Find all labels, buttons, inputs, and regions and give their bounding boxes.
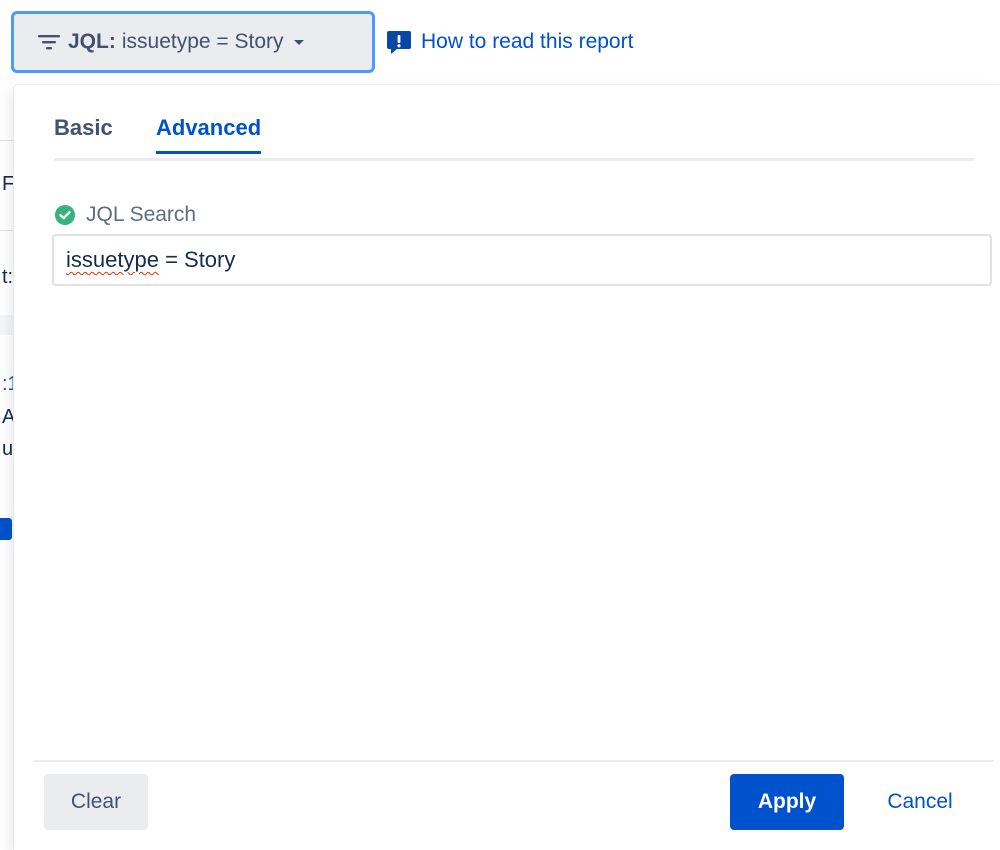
jql-query-keyword: issuetype <box>66 247 159 272</box>
feedback-icon <box>385 28 413 56</box>
background-band <box>0 315 14 335</box>
jql-filter-popup: Basic Advanced JQL Search issuetype = St… <box>14 85 1000 850</box>
footer-divider <box>34 760 994 762</box>
jql-filter-button[interactable]: JQL: issuetype = Story <box>11 11 375 73</box>
filter-tabs: Basic Advanced <box>54 115 974 161</box>
divider <box>0 140 14 141</box>
jql-search-label-text: JQL Search <box>86 203 197 226</box>
filter-lines-icon <box>36 32 62 52</box>
background-badge <box>0 518 12 540</box>
background-text: t: <box>2 266 14 288</box>
jql-search-input[interactable]: issuetype = Story <box>52 234 992 286</box>
background-page: F t: :1 A u <box>0 85 19 850</box>
report-help[interactable]: How to read this report <box>385 28 633 56</box>
background-text: F <box>2 173 15 195</box>
cancel-button[interactable]: Cancel <box>864 774 976 830</box>
divider <box>0 230 14 231</box>
clear-button[interactable]: Clear <box>44 774 148 830</box>
filter-label: JQL: <box>68 30 116 53</box>
background-text: u <box>2 438 14 460</box>
chevron-down-icon <box>292 37 306 47</box>
tab-basic[interactable]: Basic <box>54 115 113 151</box>
tab-advanced[interactable]: Advanced <box>156 115 262 154</box>
check-circle-icon <box>54 204 76 226</box>
filter-value: issuetype = Story <box>121 30 284 53</box>
jql-search-label: JQL Search <box>54 203 196 227</box>
apply-button[interactable]: Apply <box>730 774 844 830</box>
how-to-read-link[interactable]: How to read this report <box>421 30 633 54</box>
jql-query-rest: = Story <box>158 247 236 272</box>
